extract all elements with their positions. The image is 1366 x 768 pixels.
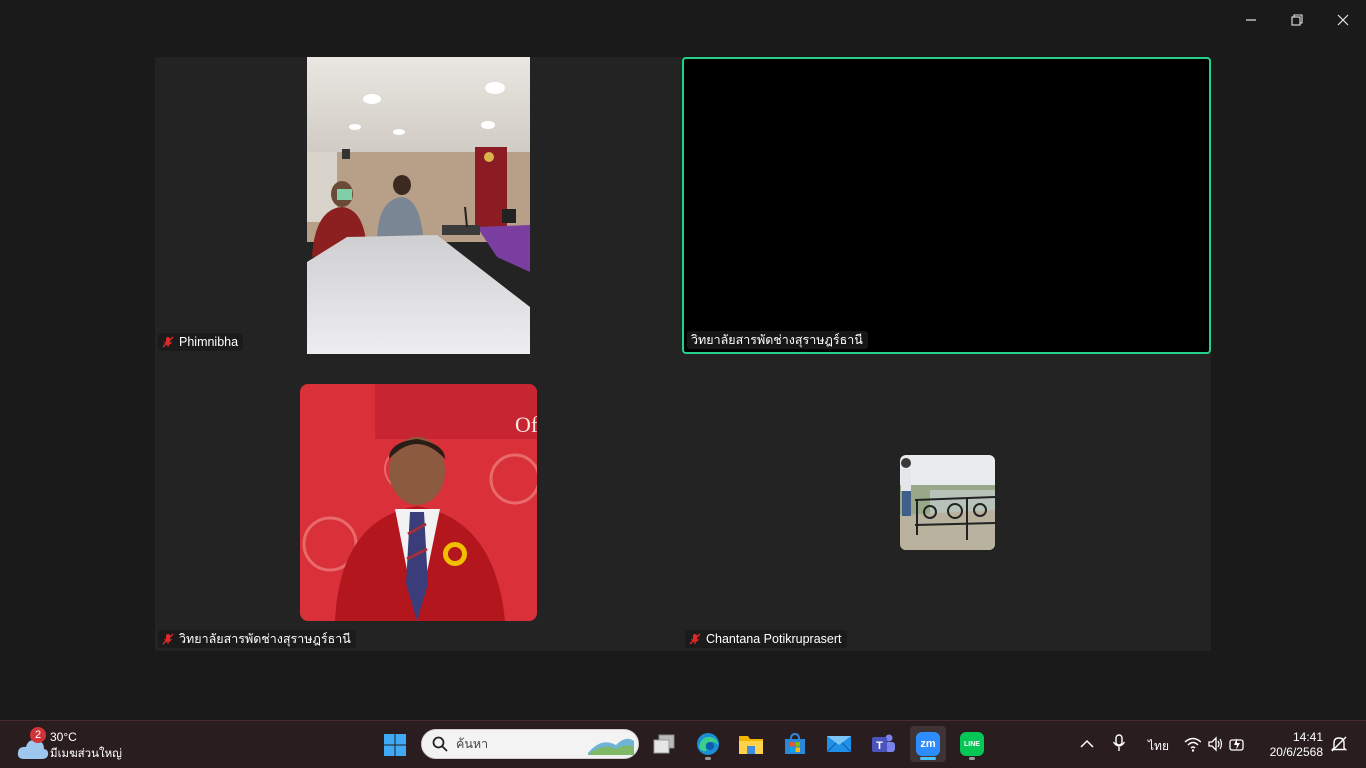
participant-name-chip: วิทยาลัยสารพัดช่างสุราษฎร์ธานี <box>158 630 356 648</box>
clock-button[interactable]: 14:41 20/6/2568 <box>1262 729 1326 761</box>
muted-mic-icon <box>689 633 701 645</box>
weather-widget[interactable]: 2 30°C มีเมฆส่วนใหญ่ <box>14 727 124 763</box>
microphone-icon <box>1112 734 1126 751</box>
profile-photo-scenic-railing <box>900 455 995 550</box>
wifi-icon <box>1184 737 1202 752</box>
participant-name: วิทยาลัยสารพัดช่างสุราษฎร์ธานี <box>179 632 351 646</box>
muted-mic-icon <box>162 633 174 645</box>
notification-badge: 2 <box>30 727 46 743</box>
search-placeholder: ค้นหา <box>456 737 489 751</box>
line-button[interactable]: LINE <box>954 726 990 762</box>
weather-temp: 30°C <box>50 730 77 744</box>
microsoft-store-button[interactable] <box>777 726 813 762</box>
participant-name-chip: Phimnibha <box>158 333 244 351</box>
teams-icon: T <box>872 734 895 752</box>
folder-icon <box>739 736 763 754</box>
restore-icon <box>1291 14 1303 26</box>
svg-text:T: T <box>876 740 883 752</box>
search-highlight-icon <box>588 738 634 755</box>
backdrop-text: Of <box>515 412 537 437</box>
clock-date: 20/6/2568 <box>1269 745 1323 759</box>
store-icon <box>785 732 805 754</box>
mail-icon <box>826 736 852 753</box>
close-button[interactable] <box>1325 8 1361 32</box>
profile-photo-man-red-jacket: Of <box>300 384 537 621</box>
participant-name: Phimnibha <box>179 335 239 349</box>
edge-button[interactable] <box>690 726 726 762</box>
search-icon <box>432 736 448 752</box>
volume-icon <box>1208 736 1223 752</box>
zoom-meeting-window: Phimnibha วิทยาลัยสารพัดช่างสุราษฎร์ธานี… <box>0 0 1366 768</box>
input-language-indicator[interactable]: ไทย <box>1148 737 1169 756</box>
participant-tile-college-active-speaker[interactable]: วิทยาลัยสารพัดช่างสุราษฎร์ธานี <box>682 57 1211 354</box>
participant-tile-college-2[interactable]: Of วิทยาลัยสารพัดช่างสุราษฎร์ธานี <box>155 354 682 651</box>
teams-button[interactable]: T <box>865 726 901 762</box>
video-feed-meeting-room <box>307 57 530 354</box>
start-button[interactable] <box>377 727 413 763</box>
zoom-button[interactable]: zm <box>910 726 946 762</box>
close-icon <box>1337 14 1349 26</box>
minimize-button[interactable] <box>1233 8 1269 32</box>
task-view-button[interactable] <box>646 726 682 762</box>
windows-logo-icon <box>384 734 406 756</box>
participant-tile-phimnibha[interactable]: Phimnibha <box>155 57 682 354</box>
taskbar-search[interactable]: ค้นหา <box>421 729 639 759</box>
participant-name: Chantana Potikruprasert <box>706 632 842 646</box>
line-icon: LINE <box>960 732 984 756</box>
participant-name-chip: Chantana Potikruprasert <box>685 630 847 648</box>
mail-button[interactable] <box>821 726 857 762</box>
notifications-button[interactable] <box>1330 735 1348 753</box>
notification-bell-icon <box>1330 736 1348 752</box>
task-view-icon <box>653 734 675 754</box>
quick-settings-button[interactable] <box>1184 734 1244 754</box>
file-explorer-button[interactable] <box>733 726 769 762</box>
show-hidden-icons-button[interactable] <box>1078 733 1096 753</box>
clock-time: 14:41 <box>1292 730 1323 744</box>
microphone-tray-button[interactable] <box>1110 733 1128 753</box>
edge-icon <box>697 733 719 755</box>
weather-condition: มีเมฆส่วนใหญ่ <box>50 748 122 760</box>
video-gallery: Phimnibha วิทยาลัยสารพัดช่างสุราษฎร์ธานี… <box>155 57 1211 651</box>
minimize-icon <box>1246 19 1256 21</box>
participant-tile-chantana[interactable]: Chantana Potikruprasert <box>682 354 1211 651</box>
chevron-up-icon <box>1080 739 1094 748</box>
battery-charging-icon <box>1228 738 1244 751</box>
participant-name-chip: วิทยาลัยสารพัดช่างสุราษฎร์ธานี <box>687 331 868 349</box>
zoom-icon: zm <box>916 732 940 756</box>
restore-button[interactable] <box>1279 8 1315 32</box>
muted-mic-icon <box>162 336 174 348</box>
participant-name: วิทยาลัยสารพัดช่างสุราษฎร์ธานี <box>691 333 863 347</box>
